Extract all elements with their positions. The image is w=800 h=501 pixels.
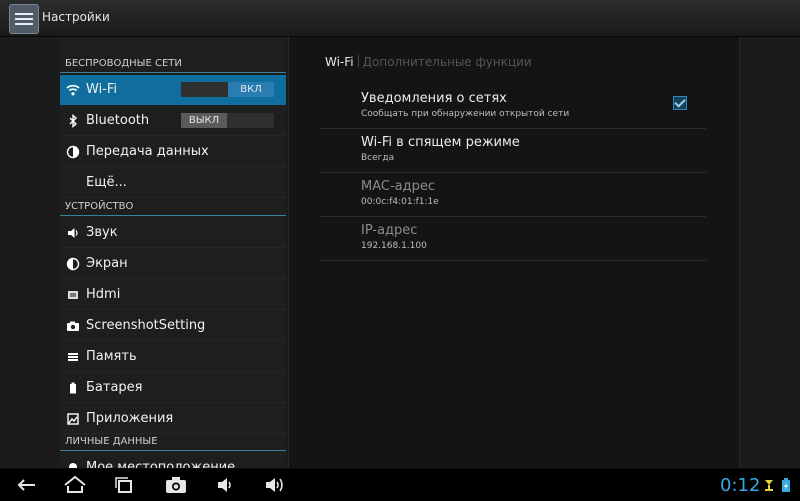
back-button[interactable] bbox=[11, 473, 41, 497]
hdmi-icon bbox=[66, 288, 80, 302]
app-title: Настройки bbox=[42, 10, 110, 24]
sidebar-item-storage[interactable]: Память bbox=[60, 342, 286, 372]
bluetooth-toggle[interactable]: ВЫКЛ bbox=[181, 113, 274, 128]
bluetooth-icon bbox=[66, 114, 80, 128]
sidebar-item-sound[interactable]: Звук bbox=[60, 218, 286, 248]
pref-network-notifications[interactable]: Уведомления о сетях Сообщать при обнаруж… bbox=[321, 85, 706, 129]
pref-summary: 00:0c:f4:01:f1:1e bbox=[361, 197, 439, 207]
volume-up-button[interactable] bbox=[260, 473, 290, 497]
action-bar: Настройки bbox=[0, 0, 800, 37]
usb-debug-icon bbox=[763, 477, 775, 493]
sidebar-item-more[interactable]: Ещё... bbox=[60, 168, 286, 198]
pref-ip-address: IP-адрес 192.168.1.100 bbox=[321, 217, 706, 261]
recent-apps-icon bbox=[115, 477, 132, 493]
section-header-wireless: БЕСПРОВОДНЫЕ СЕТИ bbox=[60, 57, 286, 73]
storage-icon bbox=[66, 350, 80, 364]
sidebar-item-label: Приложения bbox=[86, 411, 174, 426]
sidebar-item-hdmi[interactable]: Hdmi bbox=[60, 280, 286, 310]
sidebar-item-label: Передача данных bbox=[86, 144, 209, 159]
sidebar-item-location[interactable]: Мое местоположение bbox=[60, 453, 286, 468]
camera-icon bbox=[66, 319, 80, 333]
sidebar-item-data-usage[interactable]: Передача данных bbox=[60, 137, 286, 167]
sidebar-item-label: Ещё... bbox=[86, 175, 127, 190]
tab-wifi[interactable]: Wi-Fi bbox=[325, 55, 354, 69]
sidebar-item-label: ScreenshotSetting bbox=[86, 318, 206, 333]
volume-icon bbox=[66, 226, 80, 240]
volume-down-icon bbox=[218, 478, 231, 492]
wifi-toggle[interactable]: ВКЛ bbox=[181, 82, 274, 97]
battery-charging-icon bbox=[780, 477, 792, 493]
sidebar-item-label: Мое местоположение bbox=[86, 460, 236, 468]
recent-apps-button[interactable] bbox=[109, 473, 139, 497]
home-icon bbox=[64, 475, 86, 493]
wifi-icon bbox=[66, 83, 80, 97]
sidebar-item-screenshot-setting[interactable]: ScreenshotSetting bbox=[60, 311, 286, 341]
system-bar: 0:12 bbox=[0, 468, 800, 501]
volume-up-icon bbox=[266, 478, 283, 492]
pref-title: Wi-Fi в спящем режиме bbox=[361, 135, 520, 150]
pref-summary: Сообщать при обнаружении открытой сети bbox=[361, 109, 570, 119]
wifi-settings-panel: Wi-Fi Дополнительные функции Уведомления … bbox=[288, 37, 740, 468]
tab-divider bbox=[357, 55, 359, 67]
settings-content: БЕСПРОВОДНЫЕ СЕТИ Wi-Fi ВКЛ Bluetooth ВЫ… bbox=[0, 37, 800, 468]
sidebar-item-label: Bluetooth bbox=[86, 113, 150, 128]
sidebar-item-label: Батарея bbox=[86, 380, 143, 395]
sidebar-item-label: Память bbox=[86, 349, 137, 364]
sidebar-item-battery[interactable]: Батарея bbox=[60, 373, 286, 403]
location-icon bbox=[66, 461, 80, 468]
data-usage-icon bbox=[66, 145, 80, 159]
volume-down-button[interactable] bbox=[210, 473, 240, 497]
settings-sidebar: БЕСПРОВОДНЫЕ СЕТИ Wi-Fi ВКЛ Bluetooth ВЫ… bbox=[60, 37, 286, 468]
section-header-personal: ЛИЧНЫЕ ДАННЫЕ bbox=[60, 435, 286, 451]
pref-mac-address: MAC-адрес 00:0c:f4:01:f1:1e bbox=[321, 173, 706, 217]
pref-title: IP-адрес bbox=[361, 223, 418, 238]
pref-summary: 192.168.1.100 bbox=[361, 241, 427, 251]
sidebar-item-bluetooth[interactable]: Bluetooth ВЫКЛ bbox=[60, 106, 286, 136]
pref-title: MAC-адрес bbox=[361, 179, 436, 194]
wifi-toggle-label: ВКЛ bbox=[228, 82, 274, 97]
pref-summary: Всегда bbox=[361, 153, 395, 163]
sidebar-item-apps[interactable]: Приложения bbox=[60, 404, 286, 434]
sidebar-item-label: Hdmi bbox=[86, 287, 121, 302]
status-clock[interactable]: 0:12 bbox=[720, 475, 760, 496]
sidebar-item-label: Wi-Fi bbox=[86, 82, 118, 97]
display-icon bbox=[66, 257, 80, 271]
apps-icon bbox=[66, 412, 80, 426]
pref-title: Уведомления о сетях bbox=[361, 91, 507, 106]
bluetooth-toggle-label: ВЫКЛ bbox=[181, 113, 227, 128]
battery-icon bbox=[66, 381, 80, 395]
pref-wifi-sleep-policy[interactable]: Wi-Fi в спящем режиме Всегда bbox=[321, 129, 706, 173]
screenshot-button[interactable] bbox=[161, 473, 191, 497]
wifi-tabs: Wi-Fi Дополнительные функции bbox=[325, 55, 532, 71]
sidebar-item-wifi[interactable]: Wi-Fi ВКЛ bbox=[60, 75, 286, 105]
camera-icon bbox=[166, 477, 186, 493]
network-notify-checkbox[interactable] bbox=[673, 96, 687, 110]
tab-advanced[interactable]: Дополнительные функции bbox=[363, 55, 532, 69]
back-icon bbox=[17, 479, 35, 491]
sidebar-item-label: Звук bbox=[86, 225, 118, 240]
settings-app-icon[interactable] bbox=[9, 4, 39, 34]
section-header-device: УСТРОЙСТВО bbox=[60, 200, 286, 216]
sidebar-item-label: Экран bbox=[86, 256, 128, 271]
sidebar-item-display[interactable]: Экран bbox=[60, 249, 286, 279]
home-button[interactable] bbox=[60, 473, 90, 497]
